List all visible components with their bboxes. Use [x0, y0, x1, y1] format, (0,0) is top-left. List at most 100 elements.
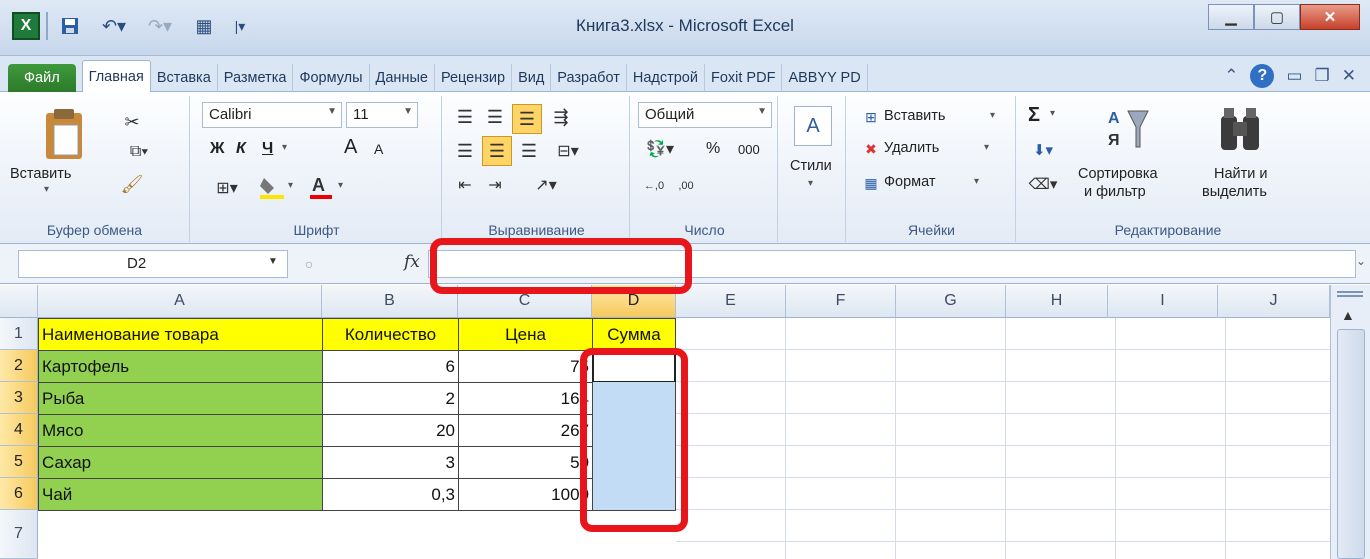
maximize-icon[interactable]: ▢ [1254, 4, 1300, 30]
italic-button[interactable]: К [236, 140, 246, 158]
chevron-down-icon[interactable]: ▾ [984, 142, 989, 153]
format-cells-button[interactable]: Формат [884, 174, 936, 190]
collapse-ribbon-icon[interactable]: ⌃ [1224, 66, 1238, 86]
underline-button[interactable]: Ч [262, 140, 273, 158]
decrease-decimal-icon[interactable]: ,00 [672, 174, 700, 198]
row-header[interactable]: 5 [0, 446, 38, 478]
scroll-up-icon[interactable]: ▲ [1341, 307, 1355, 323]
column-header[interactable]: F [786, 285, 896, 318]
copy-icon[interactable]: ⧉▾ [120, 140, 158, 164]
tab-insert[interactable]: Вставка [151, 64, 218, 92]
empty-cells-area[interactable] [676, 318, 1330, 559]
table-cell[interactable]: 75 [458, 350, 593, 383]
help-icon[interactable]: ? [1250, 64, 1275, 88]
align-middle-icon[interactable]: ☰ [482, 104, 508, 130]
table-cell[interactable]: 1000 [458, 478, 593, 511]
table-cell[interactable]: 3 [322, 446, 459, 479]
minimize-icon[interactable]: ▁ [1208, 4, 1254, 30]
column-header[interactable]: G [896, 285, 1006, 318]
row-header[interactable]: 2 [0, 350, 38, 382]
doc-minimize-icon[interactable]: ▭ [1286, 66, 1302, 86]
tab-formulas[interactable]: Формулы [293, 64, 370, 92]
table-cell[interactable]: 0,3 [322, 478, 459, 511]
autosum-icon[interactable]: Σ [1028, 104, 1040, 127]
bold-button[interactable]: Ж [210, 140, 224, 158]
doc-close-icon[interactable]: ✕ [1342, 66, 1356, 86]
binoculars-icon[interactable] [1214, 102, 1266, 158]
merge-center-icon[interactable]: ⊟▾ [548, 138, 588, 164]
sort-filter-label[interactable]: Сортировка [1078, 166, 1158, 182]
column-header[interactable]: E [676, 285, 786, 318]
tab-abbyy[interactable]: ABBYY PD [782, 64, 868, 92]
sort-filter-icon[interactable]: АЯ [1104, 102, 1152, 158]
align-left-icon[interactable]: ☰ [452, 138, 478, 164]
tab-layout[interactable]: Разметка [218, 64, 294, 92]
sort-filter-label-2[interactable]: и фильтр [1084, 184, 1146, 200]
paste-button-label[interactable]: Вставить [10, 166, 71, 182]
thousands-button[interactable]: 000 [738, 142, 760, 157]
font-size-combo[interactable]: 11 ▼ [346, 102, 418, 128]
insert-function-button[interactable]: fx [404, 252, 420, 272]
table-cell[interactable]: 267 [458, 414, 593, 447]
chevron-down-icon[interactable]: ▾ [1050, 108, 1055, 119]
insert-cells-icon[interactable]: ⊞ [860, 106, 882, 128]
table-cell[interactable]: Чай [38, 478, 323, 511]
align-right-icon[interactable]: ☰ [516, 138, 542, 164]
font-color-icon[interactable]: A ▾ [306, 174, 350, 200]
tab-developer[interactable]: Разработ [551, 64, 627, 92]
delete-cells-button[interactable]: Удалить [884, 140, 939, 156]
table-cell[interactable]: Рыба [38, 382, 323, 415]
insert-cells-button[interactable]: Вставить [884, 108, 945, 124]
tab-file[interactable]: Файл [8, 64, 76, 92]
increase-decimal-icon[interactable]: ←,0 [640, 174, 668, 198]
styles-button-label[interactable]: Стили [790, 158, 832, 174]
currency-icon[interactable]: 💱▾ [640, 136, 680, 162]
decrease-indent-icon[interactable]: ⇤ [452, 172, 478, 198]
row-header[interactable]: 4 [0, 414, 38, 446]
wrap-text-icon[interactable]: ⇶ [548, 104, 574, 130]
column-header[interactable]: I [1108, 285, 1218, 318]
align-top-icon[interactable]: ☰ [452, 104, 478, 130]
table-cell[interactable]: 164 [458, 382, 593, 415]
close-icon[interactable]: ✕ [1300, 4, 1360, 30]
column-header[interactable]: H [1006, 285, 1108, 318]
find-select-label[interactable]: Найти и [1214, 166, 1268, 182]
styles-icon[interactable]: A [794, 106, 832, 146]
table-header-cell[interactable]: Цена [458, 318, 593, 351]
format-cells-icon[interactable]: ▦ [860, 172, 882, 194]
select-all-corner[interactable] [0, 285, 38, 318]
find-select-label-2[interactable]: выделить [1202, 184, 1267, 200]
align-bottom-icon[interactable]: ☰ [512, 104, 542, 134]
number-format-combo[interactable]: Общий ▼ [638, 102, 772, 128]
table-cell[interactable]: 50 [458, 446, 593, 479]
tab-foxit[interactable]: Foxit PDF [705, 64, 783, 92]
increase-indent-icon[interactable]: ⇥ [482, 172, 508, 198]
table-cell[interactable]: 6 [322, 350, 459, 383]
doc-restore-icon[interactable]: ❐ [1315, 66, 1330, 86]
font-name-combo[interactable]: Calibri ▼ [202, 102, 342, 128]
tab-review[interactable]: Рецензир [435, 64, 513, 92]
grow-font-button[interactable]: A [344, 136, 357, 159]
scroll-thumb[interactable] [1337, 329, 1365, 559]
paste-icon[interactable] [40, 106, 88, 162]
borders-icon[interactable]: ⊞▾ [210, 176, 244, 200]
cut-icon[interactable]: ✂ [120, 110, 144, 134]
tab-home[interactable]: Главная [81, 60, 151, 92]
column-header[interactable]: J [1218, 285, 1330, 318]
row-header[interactable]: 3 [0, 382, 38, 414]
name-box[interactable]: D2 [18, 250, 288, 278]
orientation-icon[interactable]: ↗▾ [528, 172, 564, 198]
table-cell[interactable]: 2 [322, 382, 459, 415]
format-painter-icon[interactable]: 🖌 [120, 172, 144, 196]
expand-formula-bar-icon[interactable]: ⌄ [1356, 254, 1366, 268]
tab-data[interactable]: Данные [370, 64, 435, 92]
chevron-down-icon[interactable]: ▾ [990, 110, 995, 121]
shrink-font-button[interactable]: A [374, 141, 383, 157]
table-header-cell[interactable]: Сумма [592, 318, 676, 351]
table-header-cell[interactable]: Количество [322, 318, 459, 351]
delete-cells-icon[interactable]: ✖ [860, 138, 882, 160]
tab-addins[interactable]: Надстрой [627, 64, 705, 92]
row-header[interactable]: 7 [0, 510, 38, 559]
vertical-scrollbar[interactable]: ▲ [1330, 285, 1370, 559]
fill-color-icon[interactable]: ▾ [256, 174, 300, 200]
